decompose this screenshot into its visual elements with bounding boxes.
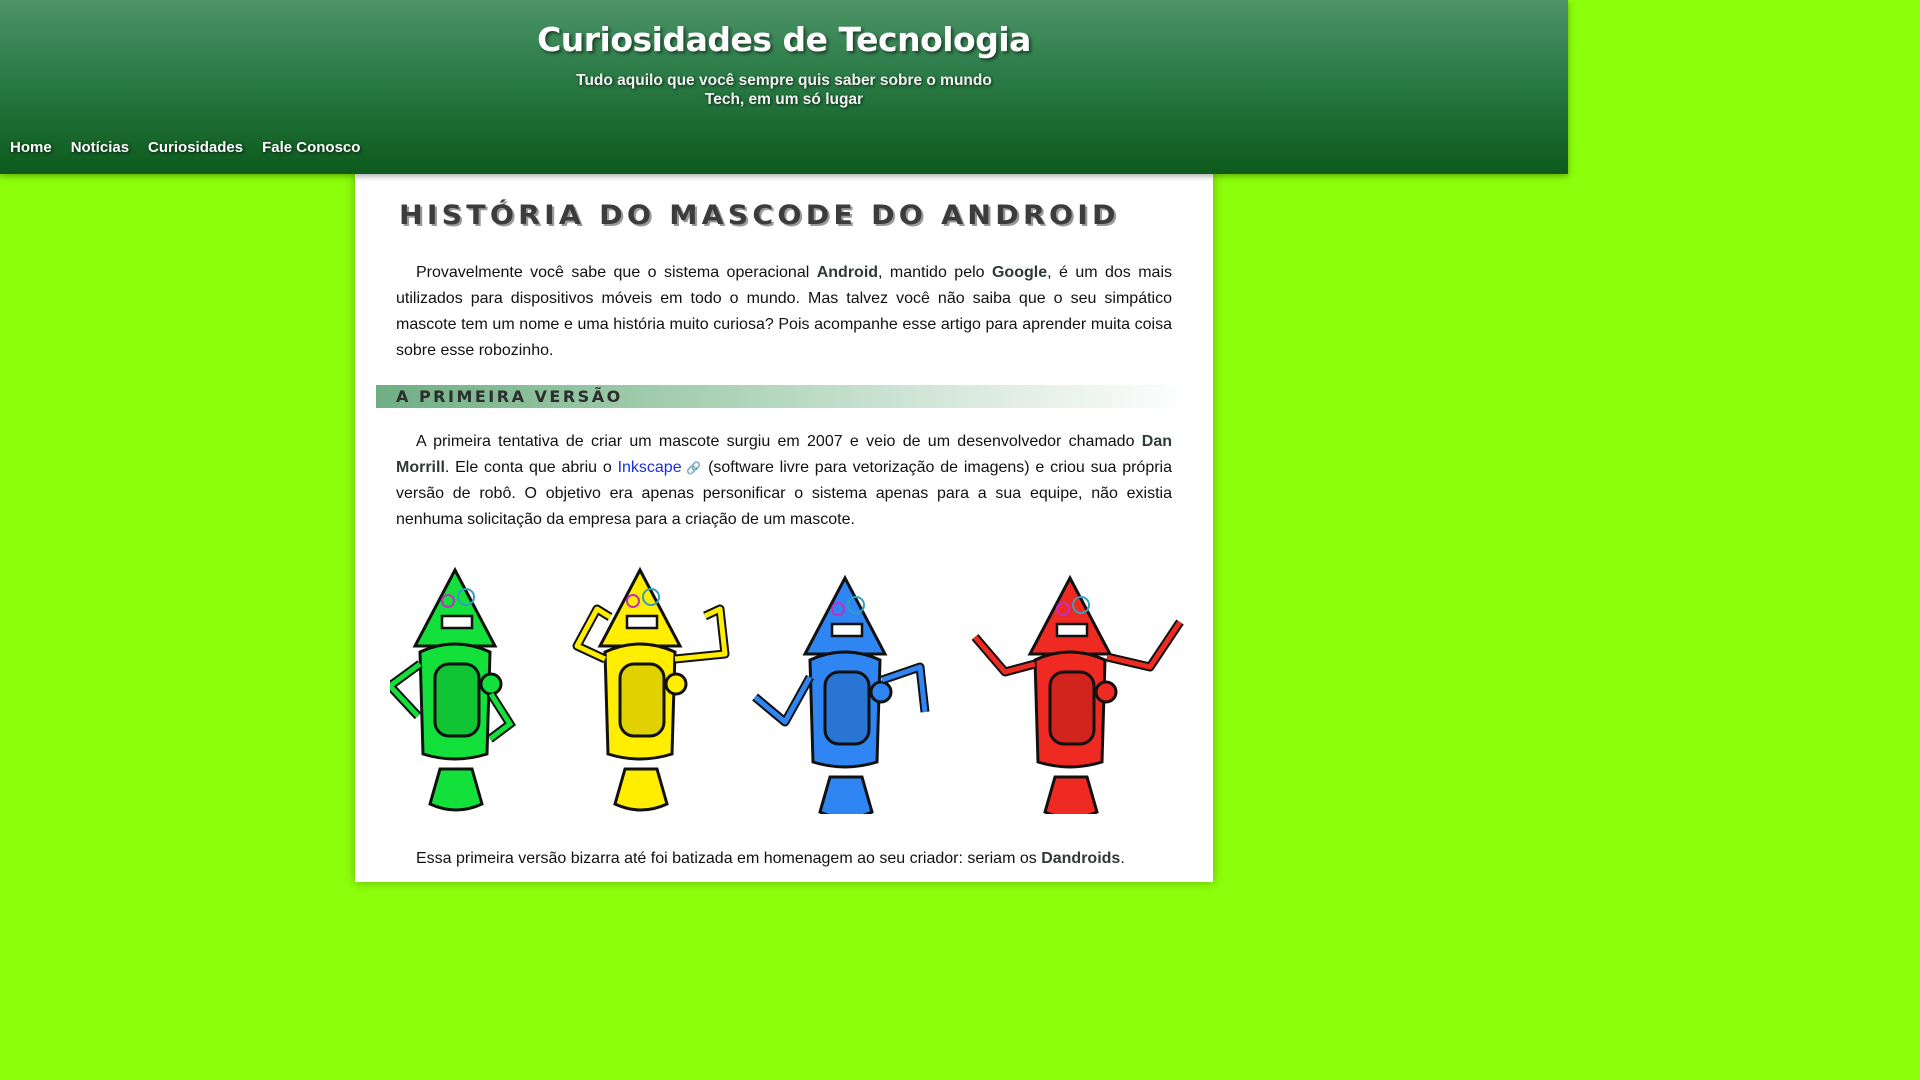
intro-paragraph: Provavelmente você sabe que o sistema op… bbox=[396, 260, 1172, 364]
nav-curiosidades[interactable]: Curiosidades bbox=[148, 139, 243, 156]
green-mascot bbox=[390, 568, 517, 812]
s1-text-2: . Ele conta que abriu o bbox=[444, 459, 618, 476]
s2-text-2: . bbox=[1120, 850, 1125, 867]
nav-home[interactable]: Home bbox=[10, 139, 52, 156]
dandroids-image bbox=[390, 568, 1184, 814]
blue-mascot bbox=[752, 576, 930, 814]
section-paragraph-1: A primeira tentativa de criar um mascote… bbox=[396, 429, 1172, 533]
red-mascot bbox=[971, 576, 1184, 814]
section-heading-bar: A PRIMEIRA VERSÃO bbox=[376, 385, 1191, 408]
external-link-icon: 🔗 bbox=[684, 461, 703, 475]
inkscape-link[interactable]: Inkscape bbox=[618, 459, 682, 476]
intro-text-1: Provavelmente você sabe que o sistema op… bbox=[416, 264, 817, 281]
site-subtitle: Tudo aquilo que você sempre quis saber s… bbox=[576, 72, 992, 108]
nav-noticias[interactable]: Notícias bbox=[71, 139, 129, 156]
section-paragraph-2: Essa primeira versão bizarra até foi bat… bbox=[396, 846, 1172, 872]
article-container: HISTÓRIA DO MASCODE DO ANDROID Provavelm… bbox=[355, 174, 1213, 882]
section-heading: A PRIMEIRA VERSÃO bbox=[396, 387, 623, 406]
intro-google: Google bbox=[991, 264, 1048, 281]
article-title: HISTÓRIA DO MASCODE DO ANDROID bbox=[399, 200, 1120, 231]
intro-text-2: , mantido pelo bbox=[878, 264, 992, 281]
s2-dandroids: Dandroids bbox=[1041, 850, 1121, 867]
main-nav: Home Notícias Curiosidades Fale Conosco bbox=[10, 139, 360, 156]
site-header: Curiosidades de Tecnologia Tudo aquilo q… bbox=[0, 0, 1568, 174]
site-title[interactable]: Curiosidades de Tecnologia bbox=[0, 20, 1568, 59]
intro-android: Android bbox=[816, 264, 879, 281]
s1-text-1: A primeira tentativa de criar um mascote… bbox=[416, 433, 1142, 450]
nav-fale-conosco[interactable]: Fale Conosco bbox=[262, 139, 360, 156]
s2-text-1: Essa primeira versão bizarra até foi bat… bbox=[416, 850, 1042, 867]
yellow-mascot bbox=[572, 568, 730, 812]
